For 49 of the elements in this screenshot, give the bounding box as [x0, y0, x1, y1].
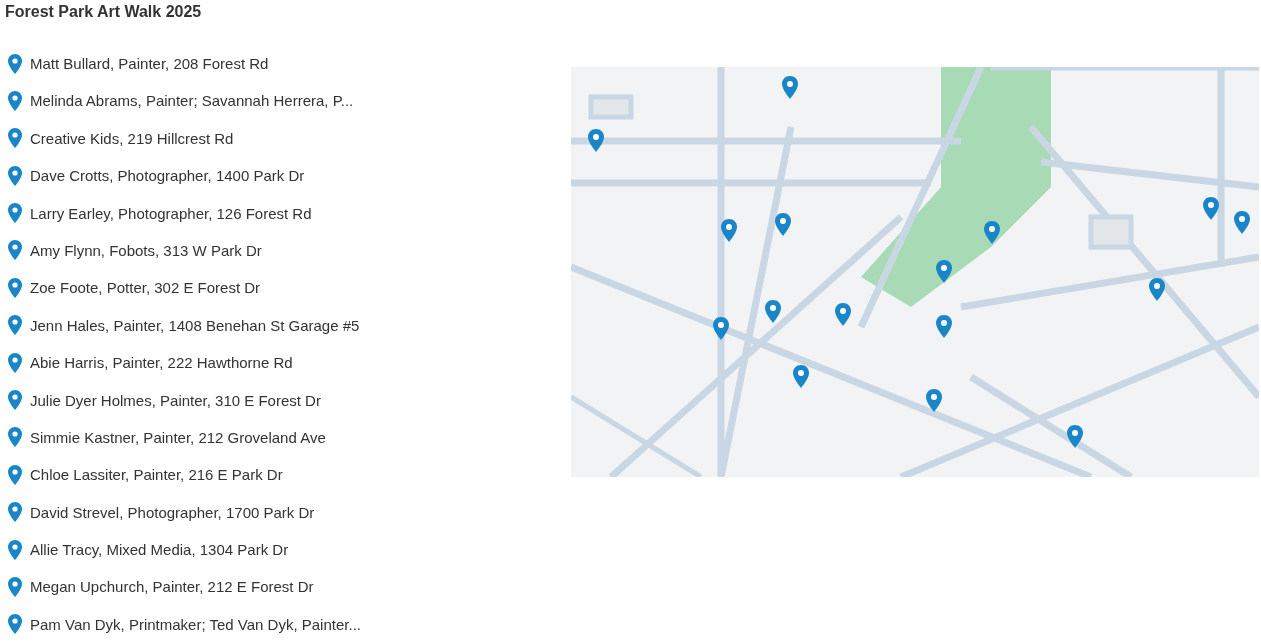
map-pin-icon[interactable] — [936, 315, 952, 338]
location-item[interactable]: Amy Flynn, Fobots, 313 W Park Dr — [30, 241, 262, 259]
map-pin-icon[interactable] — [1149, 278, 1165, 301]
location-item[interactable]: Zoe Foote, Potter, 302 E Forest Dr — [30, 279, 261, 297]
location-item[interactable]: Allie Tracy, Mixed Media, 1304 Park Dr — [30, 541, 289, 559]
map-pin-icon — [8, 427, 22, 448]
map-pin-icon — [8, 502, 22, 523]
location-item[interactable]: Simmie Kastner, Painter, 212 Groveland Ave — [30, 428, 326, 446]
map-pin-icon — [8, 128, 22, 149]
map-pin-icon — [8, 240, 22, 261]
map-pin-icon[interactable] — [1067, 425, 1083, 448]
map-pin-icon[interactable] — [793, 365, 809, 388]
map-pin-icon — [8, 90, 22, 111]
map-pin-icon[interactable] — [1234, 211, 1250, 234]
map-pin-icon[interactable] — [775, 213, 791, 236]
location-item[interactable]: Matt Bullard, Painter, 208 Forest Rd — [30, 55, 269, 72]
location-item[interactable]: Dave Crotts, Photographer, 1400 Park Dr — [30, 167, 305, 185]
map-pin-icon — [8, 352, 22, 373]
map-pin-icon[interactable] — [936, 260, 952, 283]
map-pin-icon[interactable] — [765, 300, 781, 323]
location-item[interactable]: Megan Upchurch, Painter, 212 E Forest Dr — [30, 578, 314, 596]
location-item[interactable]: Chloe Lassiter, Painter, 216 E Park Dr — [30, 466, 283, 484]
page-title: Forest Park Art Walk 2025 — [5, 3, 203, 21]
map-pin-icon[interactable] — [926, 389, 942, 412]
location-item[interactable]: Melinda Abrams, Painter; Savannah Herrera, P... — [30, 92, 354, 110]
map-pin-icon[interactable] — [782, 76, 798, 99]
map-pin-icon — [8, 315, 22, 336]
location-item[interactable]: Pam Van Dyk, Printmaker; Ted Van Dyk, Painter... — [30, 615, 361, 633]
map-pin-icon — [8, 165, 22, 186]
location-item[interactable]: Julie Dyer Holmes, Painter, 310 E Forest Dr — [30, 391, 321, 409]
map-pin-icon — [8, 576, 22, 597]
location-item[interactable]: Larry Earley, Photographer, 126 Forest Rd — [30, 204, 312, 222]
map-pin-icon — [8, 390, 22, 410]
map-pin-icon — [8, 277, 22, 298]
map-pin-icon — [8, 53, 22, 74]
map-pin-icon[interactable] — [1203, 197, 1219, 220]
map-pin-icon — [8, 464, 22, 485]
map-pin-icon — [8, 203, 22, 224]
location-item[interactable]: Abie Harris, Painter, 222 Hawthorne Rd — [30, 354, 293, 372]
map-pin-icon[interactable] — [588, 129, 604, 152]
location-item[interactable]: Jenn Hales, Painter, 1408 Benehan St Garage #5 — [30, 316, 360, 334]
location-item[interactable]: David Strevel, Photographer, 1700 Park Dr — [30, 503, 315, 521]
map-pin-icon[interactable] — [721, 219, 737, 242]
map-pin-icon — [8, 539, 22, 560]
map-pin-icon[interactable] — [984, 221, 1000, 244]
map-pin-icon[interactable] — [713, 317, 729, 340]
map-pin-icon[interactable] — [835, 303, 851, 326]
map-pin-icon — [8, 614, 22, 635]
location-item[interactable]: Creative Kids, 219 Hillcrest Rd — [30, 129, 234, 147]
